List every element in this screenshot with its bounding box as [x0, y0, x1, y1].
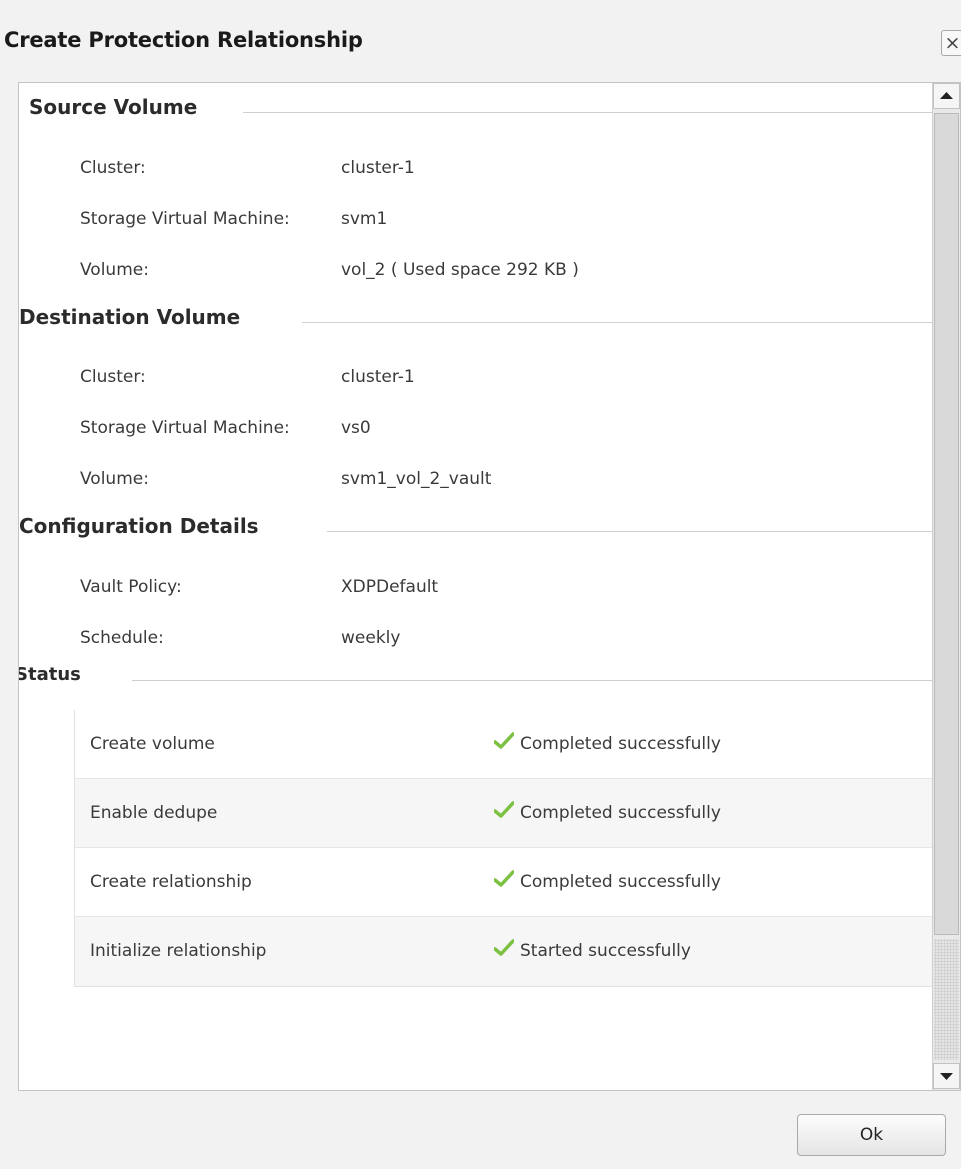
check-icon [494, 870, 514, 887]
status-result-text: Completed successfully [520, 734, 721, 754]
status-row: Create relationship Completed successful… [75, 848, 936, 917]
status-result: Started successfully [494, 917, 691, 986]
destination-cluster-label: Cluster: [80, 367, 146, 387]
source-cluster-value: cluster-1 [341, 158, 415, 178]
status-row: Enable dedupe Completed successfully [75, 779, 936, 848]
check-icon [494, 939, 514, 956]
close-button[interactable]: × [941, 30, 961, 56]
status-result: Completed successfully [494, 710, 721, 779]
source-svm-value: svm1 [341, 209, 388, 229]
status-step-label: Enable dedupe [90, 803, 218, 823]
check-icon [494, 732, 514, 749]
scroll-thumb[interactable] [934, 113, 959, 935]
status-table: Create volume Completed successfully Ena… [74, 710, 936, 987]
section-header-source: Source Volume [29, 95, 210, 119]
destination-cluster-value: cluster-1 [341, 367, 415, 387]
status-result: Completed successfully [494, 779, 721, 848]
scroll-up-button[interactable] [933, 83, 960, 109]
source-cluster-label: Cluster: [80, 158, 146, 178]
dialog-title: Create Protection Relationship [4, 28, 363, 52]
status-result-text: Completed successfully [520, 803, 721, 823]
schedule-label: Schedule: [80, 628, 164, 648]
status-row: Initialize relationship Started successf… [75, 917, 936, 986]
scroll-down-button[interactable] [933, 1063, 960, 1089]
triangle-down-icon [940, 1073, 953, 1080]
source-volume-value: vol_2 ( Used space 292 KB ) [341, 260, 579, 280]
destination-volume-value: svm1_vol_2_vault [341, 469, 492, 489]
destination-svm-label: Storage Virtual Machine: [80, 418, 290, 438]
status-result: Completed successfully [494, 848, 721, 917]
ok-button[interactable]: Ok [797, 1114, 946, 1156]
create-protection-relationship-dialog: Create Protection Relationship × Source … [0, 0, 961, 1169]
section-divider [132, 680, 932, 681]
source-svm-label: Storage Virtual Machine: [80, 209, 290, 229]
destination-svm-value: vs0 [341, 418, 371, 438]
section-header-configuration: Configuration Details [19, 514, 271, 538]
status-step-label: Create relationship [90, 872, 252, 892]
source-volume-label: Volume: [80, 260, 149, 280]
status-step-label: Initialize relationship [90, 941, 267, 961]
section-divider [302, 322, 932, 323]
triangle-up-icon [940, 92, 953, 99]
status-result-text: Completed successfully [520, 872, 721, 892]
dialog-content: Source Volume Cluster: cluster-1 Storage… [18, 82, 961, 1091]
check-icon [494, 801, 514, 818]
section-divider [243, 112, 932, 113]
destination-volume-label: Volume: [80, 469, 149, 489]
status-step-label: Create volume [90, 734, 215, 754]
vault-policy-label: Vault Policy: [80, 577, 182, 597]
section-header-status: Status [19, 664, 93, 685]
status-row: Create volume Completed successfully [75, 710, 936, 779]
section-divider [327, 531, 932, 532]
vault-policy-value: XDPDefault [341, 577, 439, 597]
schedule-value: weekly [341, 628, 401, 648]
status-result-text: Started successfully [520, 941, 691, 961]
section-header-destination: Destination Volume [19, 305, 253, 329]
scroll-track[interactable] [934, 939, 959, 1060]
close-icon: × [944, 32, 961, 54]
vertical-scrollbar[interactable] [932, 83, 960, 1090]
